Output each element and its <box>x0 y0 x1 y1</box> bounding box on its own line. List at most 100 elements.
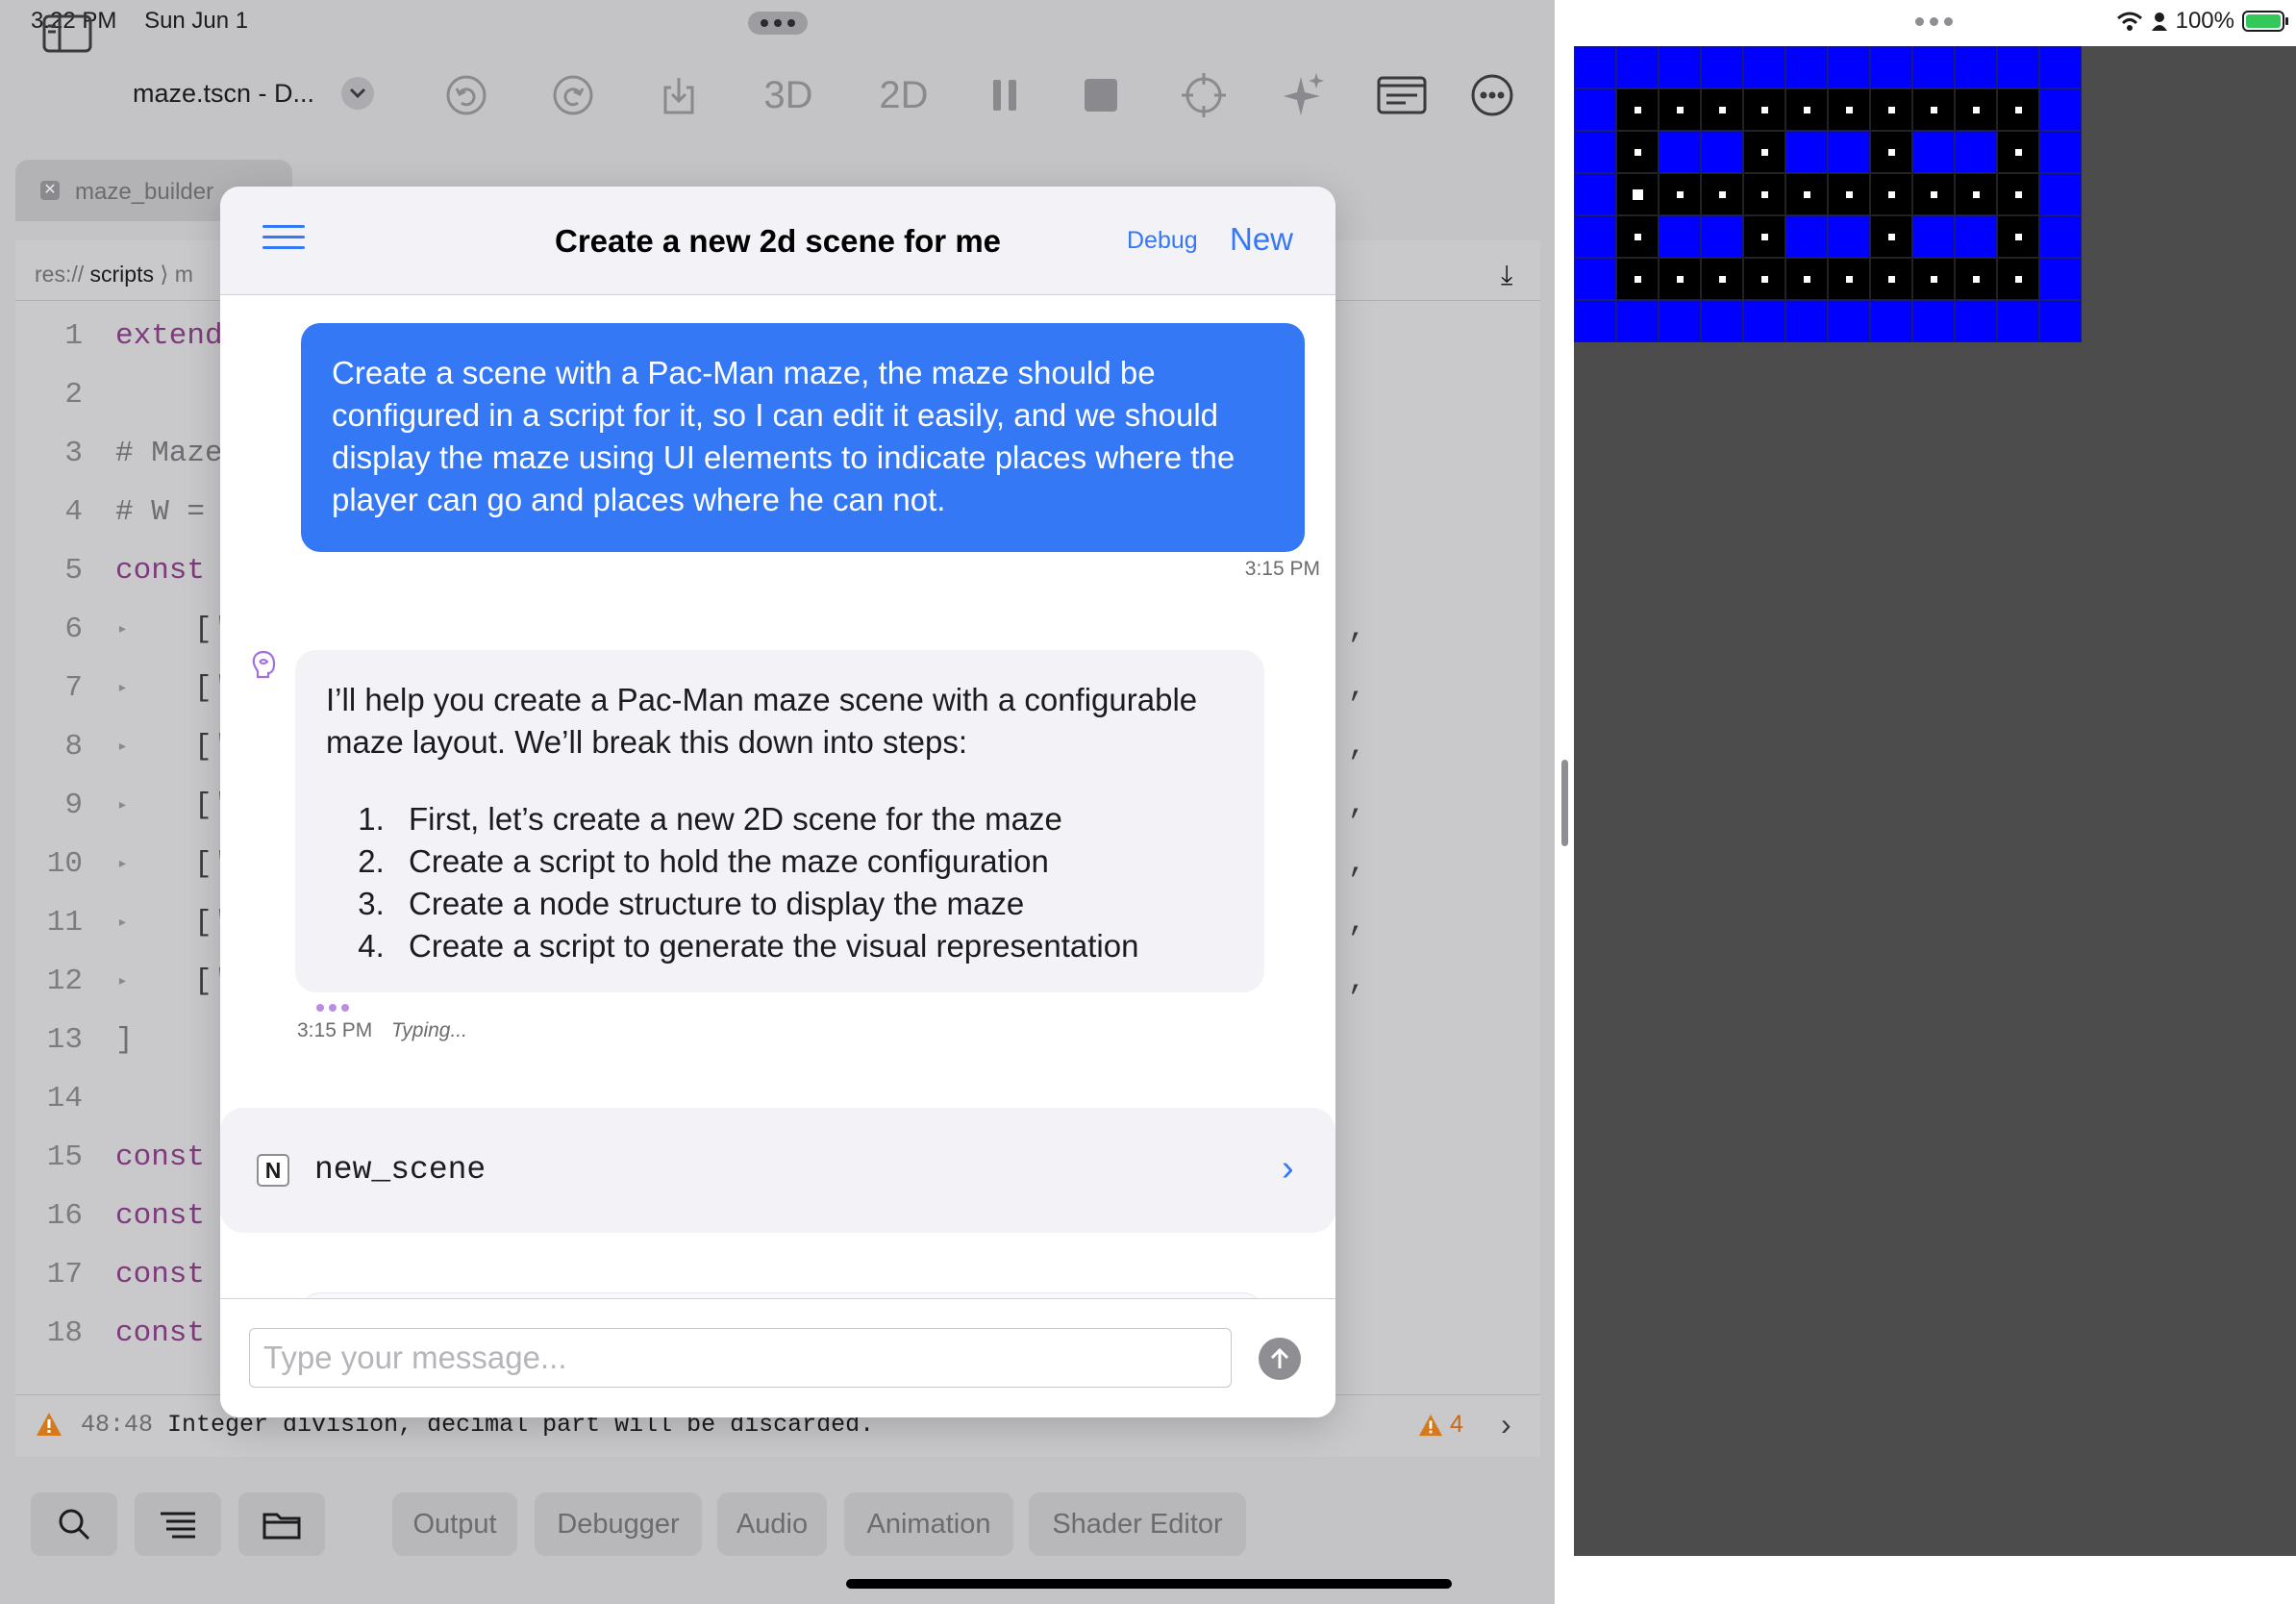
chevron-down-icon[interactable] <box>341 77 374 110</box>
warning-count[interactable]: 4 <box>1417 1411 1463 1439</box>
game-viewport[interactable] <box>1574 46 2296 1556</box>
line-number: 14 <box>46 1082 83 1115</box>
maze-wall-cell <box>1659 46 1701 88</box>
split-view-handle[interactable] <box>1561 760 1568 846</box>
stop-icon[interactable] <box>1077 62 1125 129</box>
pellet-dot <box>1677 191 1684 198</box>
pellet-dot <box>1635 107 1641 113</box>
maze-path-cell <box>1701 258 1743 300</box>
chevron-right-icon[interactable]: › <box>1501 1407 1511 1442</box>
user-message-time: 3:15 PM <box>1244 558 1320 580</box>
dialog-header: Create a new 2d scene for me Debug New <box>220 187 1335 295</box>
window-icon[interactable] <box>1371 62 1433 129</box>
maze-wall-cell <box>1616 300 1659 342</box>
crosshair-icon[interactable] <box>1175 62 1233 129</box>
pellet-dot <box>1761 107 1768 113</box>
breadcrumb-folder[interactable]: scripts <box>90 262 154 287</box>
maze-path-cell <box>1955 258 1997 300</box>
pellet-dot <box>1635 234 1641 240</box>
maze-path-cell <box>1997 215 2039 258</box>
close-icon[interactable]: ✕ <box>40 181 60 200</box>
pellet-dot <box>1719 276 1726 283</box>
outline-list-icon[interactable] <box>135 1492 221 1556</box>
breadcrumb-root[interactable]: res:// <box>35 262 84 287</box>
code-text: const <box>115 1316 206 1350</box>
tab-audio[interactable]: Audio <box>717 1492 827 1556</box>
tab-shader-editor[interactable]: Shader Editor <box>1029 1492 1246 1556</box>
line-number: 6 <box>64 613 83 646</box>
tool-call-row[interactable]: N new_scene › <box>220 1108 1335 1233</box>
undo-icon[interactable] <box>437 62 495 129</box>
debug-button[interactable]: Debug <box>1127 227 1198 255</box>
maze-path-cell <box>1616 215 1659 258</box>
maze-path-cell <box>1870 258 1912 300</box>
maze-wall-cell <box>1912 215 1955 258</box>
fold-arrow-icon[interactable]: ▸ <box>117 904 128 942</box>
maze-path-cell <box>1828 258 1870 300</box>
multitasking-dots-icon[interactable] <box>748 12 808 35</box>
fold-arrow-icon[interactable]: ▸ <box>117 845 128 884</box>
send-button[interactable] <box>1259 1338 1301 1380</box>
line-number: 9 <box>64 789 83 822</box>
maze-path-cell <box>1912 173 1955 215</box>
line-number: 11 <box>46 906 83 940</box>
folder-icon[interactable] <box>238 1492 325 1556</box>
fold-arrow-icon[interactable]: ▸ <box>117 728 128 766</box>
line-number: 8 <box>64 730 83 764</box>
sidebar-icon[interactable] <box>38 0 96 67</box>
code-text: # Maze <box>115 437 223 470</box>
tab-debugger[interactable]: Debugger <box>535 1492 702 1556</box>
view-3d-button[interactable]: 3D <box>750 62 827 129</box>
maze-wall-cell <box>1912 46 1955 88</box>
message-input[interactable] <box>249 1328 1232 1388</box>
maze-path-cell <box>1870 215 1912 258</box>
scene-file-title[interactable]: maze.tscn - D... <box>133 79 314 109</box>
warning-location: 48:48 <box>81 1411 154 1439</box>
pellet-dot <box>1931 276 1937 283</box>
maze-wall-cell <box>1743 46 1785 88</box>
maze-wall-cell <box>1574 173 1616 215</box>
typing-status: Typing... <box>391 1019 467 1041</box>
fold-arrow-icon[interactable]: ▸ <box>117 963 128 1001</box>
split-view-divider[interactable] <box>1555 0 1574 1604</box>
maze-wall-cell <box>2039 46 2082 88</box>
download-arrow-icon[interactable]: ⤓ <box>1501 260 1512 291</box>
fold-arrow-icon[interactable]: ▸ <box>117 787 128 825</box>
home-indicator[interactable] <box>846 1579 1452 1589</box>
chevron-right-icon[interactable]: › <box>1282 1148 1294 1190</box>
view-2d-button[interactable]: 2D <box>865 62 942 129</box>
fold-arrow-icon[interactable]: ▸ <box>117 669 128 708</box>
pellet-dot <box>1719 107 1726 113</box>
search-icon[interactable] <box>31 1492 117 1556</box>
code-text: const <box>115 1199 206 1233</box>
pause-icon[interactable] <box>979 62 1031 129</box>
download-icon[interactable] <box>650 62 708 129</box>
tab-output[interactable]: Output <box>392 1492 517 1556</box>
maze-wall-cell <box>1870 300 1912 342</box>
code-comma: , <box>1348 613 1366 646</box>
new-chat-button[interactable]: New <box>1230 221 1293 258</box>
line-number: 4 <box>64 495 83 529</box>
maze-wall-cell <box>1574 300 1616 342</box>
line-number: 2 <box>64 378 83 412</box>
tab-animation[interactable]: Animation <box>844 1492 1013 1556</box>
pellet-dot <box>1761 149 1768 156</box>
fold-arrow-icon[interactable]: ▸ <box>117 611 128 649</box>
maze-path-cell <box>1997 258 2039 300</box>
maze-path-cell <box>1616 88 1659 131</box>
sparkle-icon[interactable] <box>1275 62 1333 129</box>
pellet-dot <box>1973 107 1980 113</box>
maze-path-cell <box>1743 258 1785 300</box>
pellet-dot <box>1888 191 1895 198</box>
redo-icon[interactable] <box>544 62 602 129</box>
maze-wall-cell <box>1955 46 1997 88</box>
maze-wall-cell <box>1574 131 1616 173</box>
more-icon[interactable] <box>1463 62 1521 129</box>
maze-path-cell <box>1743 173 1785 215</box>
line-number: 12 <box>46 965 83 998</box>
device-status: 100% <box>2116 8 2288 35</box>
code-comma: , <box>1348 906 1366 940</box>
multitasking-dots-icon[interactable] <box>1915 17 1953 26</box>
breadcrumb-file[interactable]: m <box>175 262 193 287</box>
code-comma: , <box>1348 671 1366 705</box>
